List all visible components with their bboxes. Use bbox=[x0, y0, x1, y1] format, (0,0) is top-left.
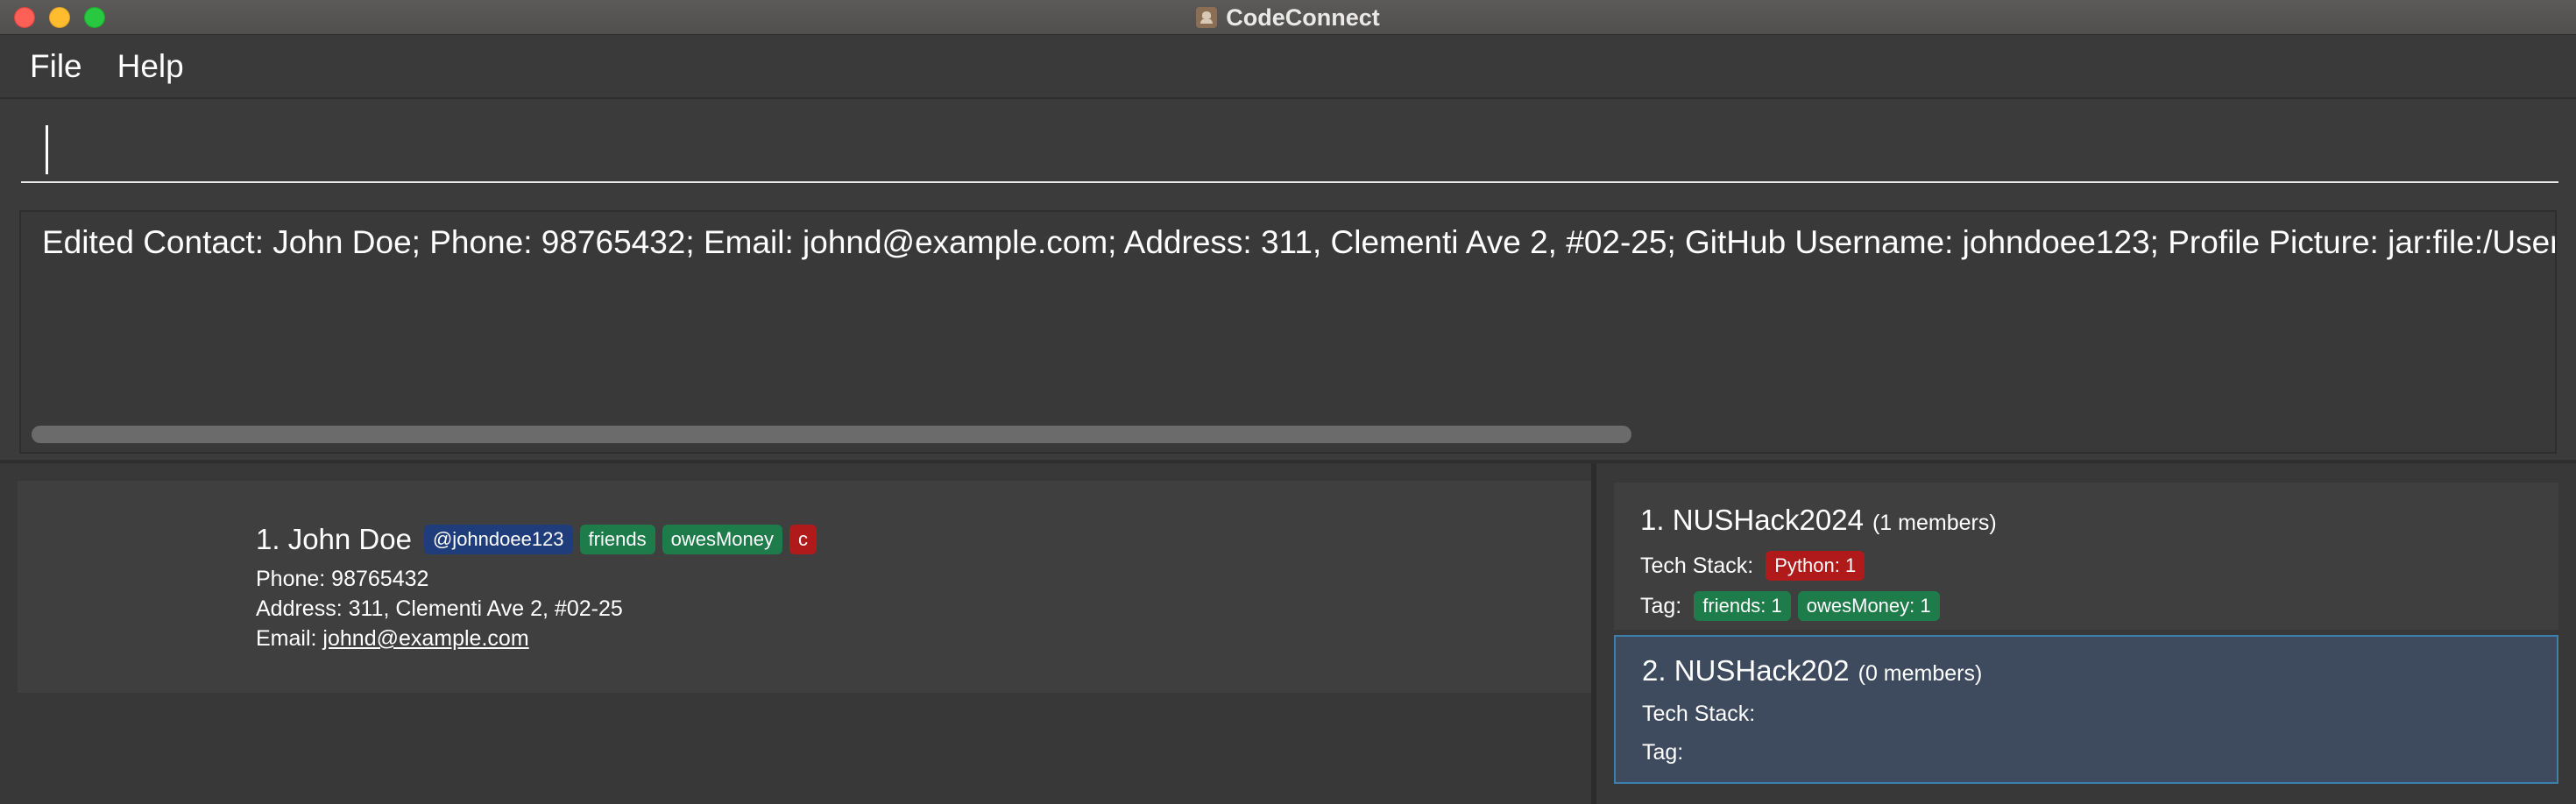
result-horizontal-scrollbar[interactable] bbox=[32, 426, 2544, 443]
menu-bar: File Help bbox=[0, 36, 2576, 99]
person-header: 1. John Doe @johndoee123 friends owesMon… bbox=[256, 523, 817, 556]
command-input[interactable] bbox=[21, 113, 2558, 183]
window-title-group: CodeConnect bbox=[0, 0, 2576, 35]
app-person-icon bbox=[1196, 7, 1218, 28]
team-index: 2. bbox=[1642, 654, 1667, 687]
person-list-panel: 1. John Doe @johndoee123 friends owesMon… bbox=[0, 463, 1591, 804]
person-email-row: Email: johnd@example.com bbox=[256, 626, 529, 652]
github-username-tag: @johndoee123 bbox=[423, 525, 573, 554]
person-tag: friends bbox=[579, 525, 655, 554]
title-bar: CodeConnect bbox=[0, 0, 2576, 35]
person-address: Address: 311, Clementi Ave 2, #02-25 bbox=[256, 596, 623, 621]
window-title: CodeConnect bbox=[1226, 4, 1380, 31]
team-tag: owesMoney: 1 bbox=[1797, 591, 1940, 621]
menu-file[interactable]: File bbox=[30, 48, 82, 85]
command-box bbox=[0, 101, 2576, 206]
tech-stack-label: Tech Stack: bbox=[1640, 553, 1754, 578]
team-tag-row: Tag: friends: 1 owesMoney: 1 bbox=[1640, 591, 1940, 621]
team-tag-row: Tag: bbox=[1642, 740, 1688, 765]
team-index: 1. bbox=[1640, 504, 1665, 536]
team-header: 1. NUSHack2024 (1 members) bbox=[1640, 504, 1997, 537]
tech-stack-tag: Python: 1 bbox=[1766, 551, 1865, 581]
person-phone: Phone: 98765432 bbox=[256, 567, 429, 591]
team-name-text: NUSHack202 bbox=[1674, 654, 1850, 687]
team-card[interactable]: 1. NUSHack2024 (1 members) Tech Stack: P… bbox=[1614, 483, 2558, 630]
person-tag: owesMoney bbox=[662, 525, 782, 554]
person-index: 1. bbox=[256, 523, 280, 555]
team-member-count: (0 members) bbox=[1858, 661, 1983, 686]
person-card[interactable]: 1. John Doe @johndoee123 friends owesMon… bbox=[18, 481, 1591, 693]
team-card-selected[interactable]: 2. NUSHack202 (0 members) Tech Stack: Ta… bbox=[1614, 635, 2558, 784]
person-email-link[interactable]: johnd@example.com bbox=[322, 626, 528, 651]
team-tech-stack-row: Tech Stack: bbox=[1642, 702, 1760, 727]
person-name-text: John Doe bbox=[287, 523, 412, 555]
team-tag-label: Tag: bbox=[1640, 593, 1682, 618]
person-name: 1. John Doe bbox=[256, 523, 412, 556]
person-tag: c bbox=[789, 525, 817, 554]
team-member-count: (1 members) bbox=[1872, 511, 1997, 535]
team-list-panel: 1. NUSHack2024 (1 members) Tech Stack: P… bbox=[1596, 463, 2576, 804]
result-message: Edited Contact: John Doe; Phone: 9876543… bbox=[42, 224, 2557, 260]
result-scrollbar-thumb[interactable] bbox=[32, 426, 1631, 443]
team-tech-stack-row: Tech Stack: Python: 1 bbox=[1640, 551, 1865, 581]
team-name: 2. NUSHack202 bbox=[1642, 654, 1850, 688]
team-tag: friends: 1 bbox=[1694, 591, 1791, 621]
person-email-label: Email: bbox=[256, 626, 317, 651]
team-header: 2. NUSHack202 (0 members) bbox=[1642, 654, 1982, 688]
team-name: 1. NUSHack2024 bbox=[1640, 504, 1864, 537]
text-caret bbox=[46, 125, 48, 174]
menu-help[interactable]: Help bbox=[117, 48, 184, 85]
tech-stack-label: Tech Stack: bbox=[1642, 702, 1756, 726]
result-display[interactable]: Edited Contact: John Doe; Phone: 9876543… bbox=[19, 210, 2557, 454]
team-tag-label: Tag: bbox=[1642, 740, 1684, 765]
team-name-text: NUSHack2024 bbox=[1672, 504, 1864, 536]
